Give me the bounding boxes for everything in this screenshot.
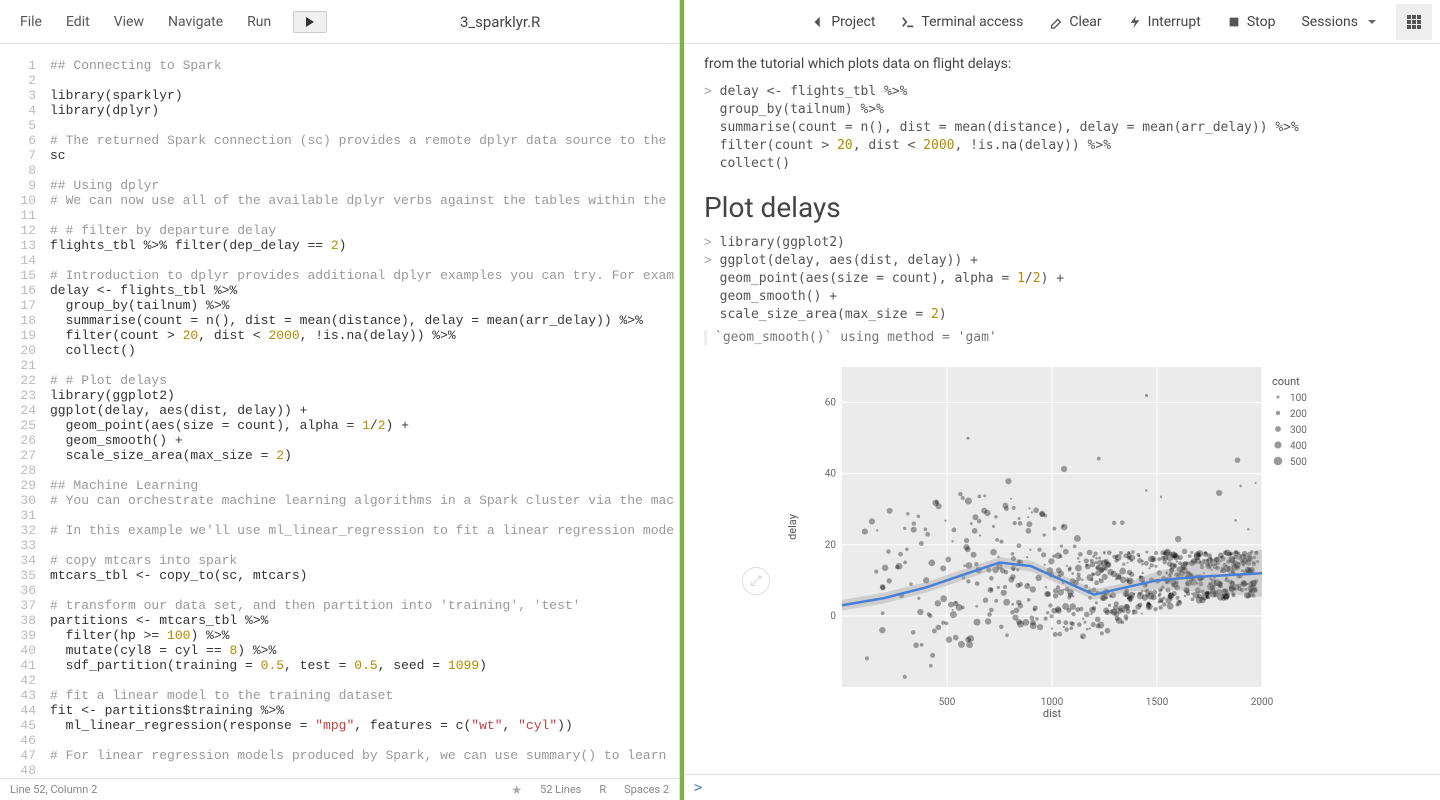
menu-file[interactable]: File — [10, 10, 52, 34]
svg-text:400: 400 — [1290, 441, 1307, 452]
project-label: Project — [831, 14, 875, 30]
console-block-1: > delay <- flights_tbl %>% group_by(tail… — [704, 83, 1420, 173]
terminal-icon — [901, 15, 915, 29]
editor-pane: File Edit View Navigate Run 3_sparklyr.R… — [0, 0, 680, 800]
stop-button[interactable]: Stop — [1215, 10, 1288, 34]
run-button[interactable] — [293, 11, 327, 33]
plot-delays-heading: Plot delays — [704, 191, 1420, 224]
svg-text:100: 100 — [1290, 393, 1307, 404]
line-count: 52 Lines — [540, 783, 581, 796]
terminal-button[interactable]: Terminal access — [889, 10, 1035, 34]
svg-text:1500: 1500 — [1146, 697, 1169, 708]
clear-label: Clear — [1069, 14, 1101, 30]
menu-view[interactable]: View — [104, 10, 154, 34]
cursor-position: Line 52, Column 2 — [10, 783, 97, 796]
language-label: R — [599, 783, 606, 796]
sessions-dropdown[interactable]: Sessions — [1289, 10, 1388, 34]
terminal-label: Terminal access — [921, 14, 1023, 30]
interrupt-label: Interrupt — [1148, 14, 1201, 30]
svg-text:20: 20 — [825, 540, 837, 551]
grid-button[interactable] — [1396, 4, 1432, 40]
svg-text:300: 300 — [1290, 425, 1307, 436]
code-editor[interactable]: 1234567891011121314151617181920212223242… — [0, 44, 679, 778]
project-button[interactable]: Project — [799, 10, 887, 34]
repl-prompt[interactable]: > — [684, 774, 1440, 800]
svg-text:200: 200 — [1290, 409, 1307, 420]
svg-text:500: 500 — [939, 697, 956, 708]
stop-icon — [1227, 15, 1241, 29]
svg-text:count: count — [1272, 375, 1300, 388]
bolt-icon — [1128, 15, 1142, 29]
statusbar: Line 52, Column 2 ★ 52 Lines R Spaces 2 — [0, 778, 679, 800]
console-block-2: > library(ggplot2) > ggplot(delay, aes(d… — [704, 234, 1420, 324]
menu-edit[interactable]: Edit — [56, 10, 100, 34]
svg-text:60: 60 — [825, 398, 837, 409]
output-scroll[interactable]: from the tutorial which plots data on fl… — [684, 44, 1440, 774]
svg-text:delay: delay — [786, 513, 799, 540]
menu-navigate[interactable]: Navigate — [158, 10, 233, 34]
svg-text:500: 500 — [1290, 457, 1307, 468]
output-pane: Project Terminal access Clear Interrupt … — [680, 0, 1440, 800]
filename-label: 3_sparklyr.R — [331, 13, 669, 31]
menubar: File Edit View Navigate Run 3_sparklyr.R — [0, 0, 679, 44]
grid-icon — [1406, 14, 1422, 30]
svg-text:dist: dist — [1043, 707, 1062, 717]
sessions-label: Sessions — [1301, 14, 1358, 30]
stop-label: Stop — [1247, 14, 1276, 30]
line-gutter: 1234567891011121314151617181920212223242… — [0, 44, 44, 778]
geom-smooth-message: `geom_smooth()` using method = 'gam' — [704, 330, 1420, 345]
arrow-left-icon — [811, 15, 825, 29]
play-icon — [305, 17, 315, 27]
toolbar: Project Terminal access Clear Interrupt … — [684, 0, 1440, 44]
delay-scatter-plot: 5001000150020000204060distdelaycount1002… — [782, 357, 1342, 717]
svg-text:40: 40 — [825, 469, 837, 480]
intro-text: from the tutorial which plots data on fl… — [704, 54, 1420, 75]
interrupt-button[interactable]: Interrupt — [1116, 10, 1213, 34]
svg-text:2000: 2000 — [1251, 697, 1274, 708]
clear-button[interactable]: Clear — [1037, 10, 1113, 34]
plot-expand-button[interactable]: ⤢ — [742, 567, 770, 595]
menu-run[interactable]: Run — [237, 10, 281, 34]
star-icon[interactable]: ★ — [511, 783, 522, 797]
eraser-icon — [1049, 15, 1063, 29]
svg-text:0: 0 — [830, 611, 836, 622]
plot-container: ⤢ 5001000150020000204060distdelaycount10… — [782, 357, 1342, 721]
indent-label: Spaces 2 — [624, 783, 669, 796]
code-content[interactable]: ## Connecting to Sparklibrary(sparklyr)l… — [44, 44, 679, 778]
